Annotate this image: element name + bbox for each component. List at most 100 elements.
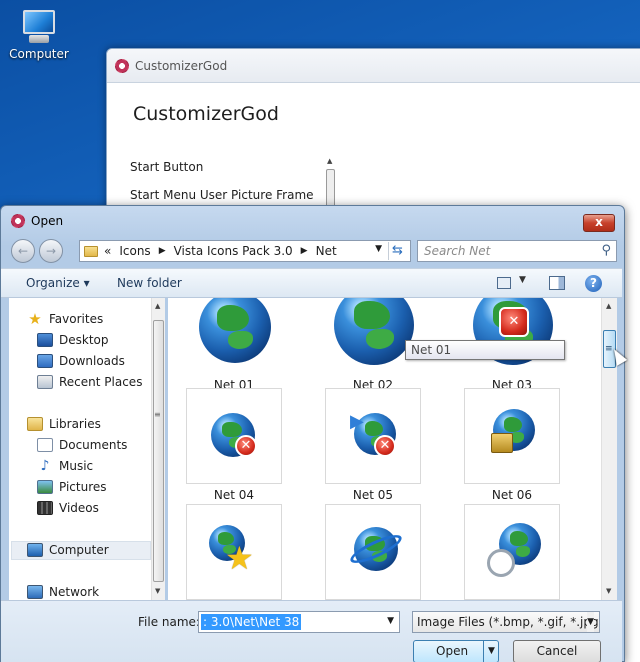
file-tile[interactable]: Net 06 <box>464 388 560 502</box>
padlock-icon <box>491 433 513 453</box>
scroll-up-arrow-icon[interactable]: ▲ <box>606 302 611 310</box>
new-folder-button[interactable]: New folder <box>117 276 182 290</box>
scroll-up-arrow-icon[interactable]: ▲ <box>155 302 160 310</box>
nav-music-label: Music <box>59 459 94 473</box>
file-scrollbar[interactable]: ▲ ≡ ▼ <box>601 298 617 600</box>
nav-libraries[interactable]: Libraries <box>27 417 101 431</box>
desktop-computer-icon[interactable]: Computer <box>6 8 72 61</box>
nav-libraries-label: Libraries <box>49 417 101 431</box>
nav-recent-label: Recent Places <box>59 375 143 389</box>
file-tile[interactable]: Net 01 <box>186 298 282 392</box>
recent-places-icon <box>37 375 53 389</box>
close-button[interactable]: x <box>583 214 615 232</box>
file-tile[interactable] <box>325 504 421 600</box>
clock-icon <box>487 549 515 577</box>
nav-scrollbar-thumb[interactable] <box>153 320 164 582</box>
file-name-input[interactable]: : 3.0\Net\Net 38 ▼ <box>198 611 400 633</box>
file-thumbnail: ★ <box>186 504 282 600</box>
customizergod-title: CustomizerGod <box>135 58 228 73</box>
scroll-down-arrow-icon[interactable]: ▼ <box>155 587 160 595</box>
navigation-row: ← → « Icons ▶ Vista Icons Pack 3.0 ▶ Net… <box>9 238 617 264</box>
folder-icon <box>84 245 98 257</box>
file-name: Net 05 <box>352 488 394 502</box>
file-thumbnail: ▶ ✕ <box>325 388 421 484</box>
help-icon[interactable]: ? <box>585 275 602 292</box>
file-thumbnail <box>464 388 560 484</box>
desktop-icon <box>37 333 53 347</box>
breadcrumb-overflow[interactable]: « <box>104 244 111 258</box>
file-name-dropdown-icon[interactable]: ▼ <box>387 616 394 626</box>
breadcrumb-net[interactable]: Net <box>316 244 337 258</box>
file-type-dropdown-icon[interactable]: ▼ <box>587 612 594 632</box>
scrollbar-thumb[interactable] <box>326 169 335 209</box>
nav-videos[interactable]: Videos <box>37 501 99 515</box>
breadcrumb-vista-pack[interactable]: Vista Icons Pack 3.0 <box>174 244 293 258</box>
command-toolbar: Organize ▾ New folder ▼ ? <box>1 268 622 298</box>
nav-documents-label: Documents <box>59 438 128 452</box>
scroll-up-arrow-icon[interactable]: ▲ <box>327 157 332 165</box>
refresh-icon[interactable]: ⇆ <box>388 242 406 260</box>
open-button[interactable]: Open ▼ <box>413 640 499 662</box>
open-button-label: Open <box>436 644 469 658</box>
customizergod-titlebar: CustomizerGod <box>107 49 640 83</box>
back-button[interactable]: ← <box>11 239 35 263</box>
search-icon[interactable]: ⚲ <box>601 241 611 261</box>
view-dropdown-icon[interactable]: ▼ <box>519 275 526 285</box>
app-gear-icon <box>11 214 25 228</box>
search-input[interactable]: Search Net ⚲ <box>417 240 617 262</box>
file-name: Net 04 <box>213 488 255 502</box>
file-tile[interactable]: ▶ ✕ Net 05 <box>325 388 421 502</box>
computer-small-icon <box>27 543 43 557</box>
file-thumbnail <box>186 298 282 374</box>
organize-button[interactable]: Organize ▾ <box>26 276 90 290</box>
nav-music[interactable]: ♪ Music <box>37 459 94 473</box>
gear-icon <box>115 58 129 73</box>
forward-button[interactable]: → <box>39 239 63 263</box>
file-name-value[interactable]: : 3.0\Net\Net 38 <box>201 614 302 630</box>
nav-recent-places[interactable]: Recent Places <box>37 375 142 389</box>
nav-favorites[interactable]: ★ Favorites <box>27 312 103 327</box>
nav-computer[interactable]: Computer <box>27 543 109 557</box>
list-item-start-button[interactable]: Start Button <box>107 157 347 185</box>
file-name: Net 06 <box>491 488 533 502</box>
nav-desktop-label: Desktop <box>59 333 109 347</box>
nav-pictures[interactable]: Pictures <box>37 480 107 494</box>
scroll-down-arrow-icon[interactable]: ▼ <box>606 587 611 595</box>
address-bar[interactable]: « Icons ▶ Vista Icons Pack 3.0 ▶ Net ▼ ⇆ <box>79 240 411 262</box>
file-thumbnail <box>325 504 421 600</box>
file-type-select[interactable]: Image Files (*.bmp, *.gif, *.jpg, ▼ <box>412 611 600 633</box>
tooltip: Net 01 <box>405 340 565 360</box>
downloads-icon <box>37 354 53 368</box>
cancel-button[interactable]: Cancel <box>513 640 601 662</box>
nav-downloads[interactable]: Downloads <box>37 354 125 368</box>
nav-documents[interactable]: Documents <box>37 438 127 452</box>
file-thumbnail <box>325 298 421 374</box>
address-dropdown-icon[interactable]: ▼ <box>375 244 382 254</box>
dialog-footer: File name: : 3.0\Net\Net 38 ▼ Image File… <box>1 600 622 662</box>
customizergod-heading: CustomizerGod <box>133 103 279 125</box>
file-name-label: File name: <box>138 615 200 629</box>
open-split-dropdown-icon[interactable]: ▼ <box>483 641 499 662</box>
preview-pane-icon[interactable] <box>549 276 565 290</box>
file-thumbnail <box>464 504 560 600</box>
nav-scrollbar[interactable]: ▲ ≡ ▼ <box>151 298 165 600</box>
nav-desktop[interactable]: Desktop <box>37 333 109 347</box>
nav-downloads-label: Downloads <box>59 354 125 368</box>
change-view-icon[interactable] <box>497 277 511 289</box>
breadcrumb-chevron-icon[interactable]: ▶ <box>159 246 166 256</box>
pictures-icon <box>37 480 53 494</box>
file-tile[interactable]: ✕ Net 04 <box>186 388 282 502</box>
globe-icon <box>334 298 414 365</box>
file-tile[interactable] <box>464 504 560 600</box>
nav-network[interactable]: Network <box>27 585 99 599</box>
star-icon: ★ <box>225 539 254 577</box>
breadcrumb-icons[interactable]: Icons <box>119 244 150 258</box>
error-badge-icon: ✕ <box>374 435 396 457</box>
error-badge-icon: ✕ <box>235 435 257 457</box>
computer-icon <box>17 8 61 44</box>
documents-icon <box>37 438 53 452</box>
breadcrumb-chevron-icon[interactable]: ▶ <box>301 246 308 256</box>
file-thumbnail: ✕ <box>186 388 282 484</box>
file-tile[interactable]: ★ <box>186 504 282 600</box>
nav-pictures-label: Pictures <box>59 480 107 494</box>
